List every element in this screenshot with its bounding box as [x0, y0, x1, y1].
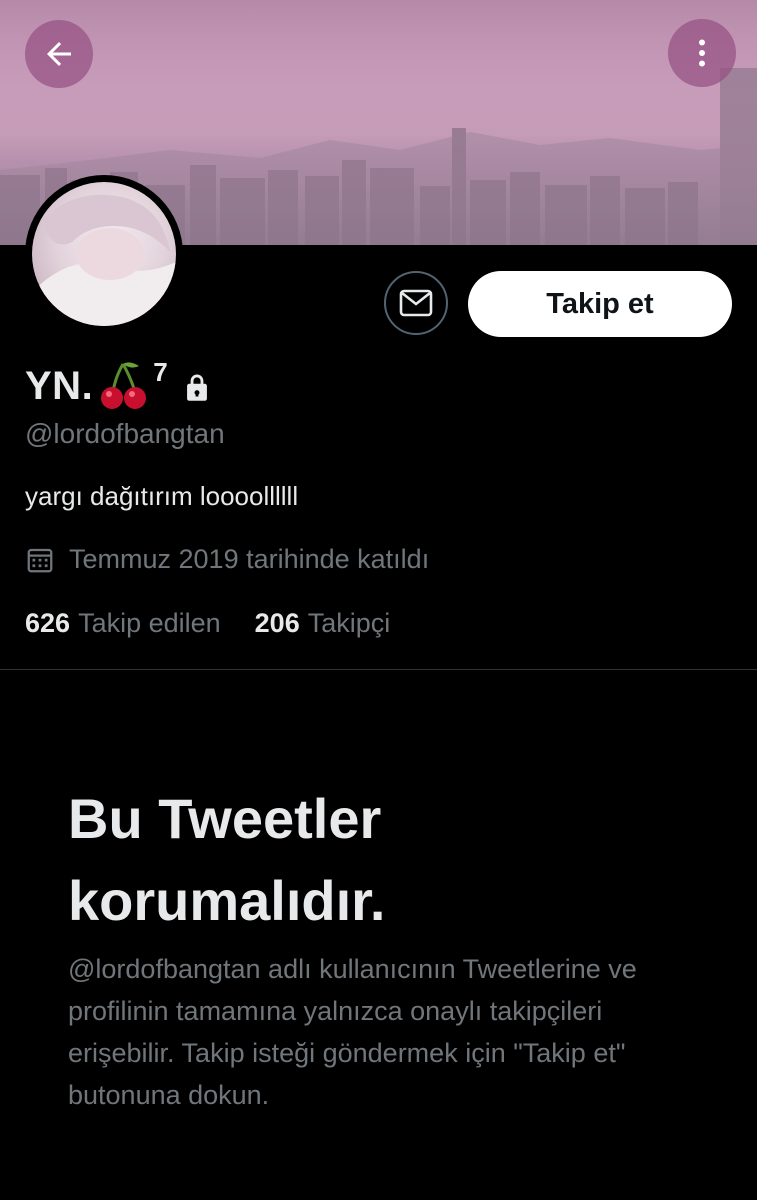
followers-link[interactable]: 206 Takipçi — [255, 608, 391, 639]
calendar-icon — [27, 548, 53, 572]
arrow-left-icon — [47, 42, 71, 66]
follow-stats: 626 Takip edilen 206 Takipçi — [25, 608, 390, 639]
following-link[interactable]: 626 Takip edilen — [25, 608, 221, 639]
profile-bio: yargı dağıtırım loooollllll — [25, 481, 299, 511]
envelope-icon — [399, 289, 433, 317]
protected-tweets-title: Bu Tweetler korumalıdır. — [68, 787, 386, 933]
followers-count: 206 — [254, 608, 300, 638]
avatar-image — [32, 182, 176, 326]
profile-handle: @lordofbangtan — [25, 418, 225, 449]
more-vertical-icon — [699, 39, 705, 67]
joined-date-row: Temmuz 2019 tarihinde katıldı — [25, 544, 429, 575]
lock-icon — [186, 374, 207, 401]
profile-name-row: YN. 7 — [25, 356, 214, 414]
name-superscript: 7 — [153, 356, 168, 387]
follow-button[interactable]: Takip et — [468, 271, 732, 337]
joined-date-text: Temmuz 2019 tarihinde katıldı — [69, 544, 430, 574]
section-divider — [0, 669, 757, 670]
avatar[interactable] — [25, 175, 183, 333]
cherry-icon — [101, 362, 147, 409]
back-button[interactable] — [25, 20, 93, 88]
more-options-button[interactable] — [668, 19, 736, 87]
display-name: YN. — [25, 363, 94, 408]
followers-label: Takipçi — [307, 608, 391, 638]
following-count: 626 — [25, 608, 71, 638]
protected-tweets-description: @lordofbangtan adlı kullanıcının Tweetle… — [68, 954, 637, 1111]
message-button[interactable] — [384, 271, 448, 335]
following-label: Takip edilen — [78, 608, 221, 638]
